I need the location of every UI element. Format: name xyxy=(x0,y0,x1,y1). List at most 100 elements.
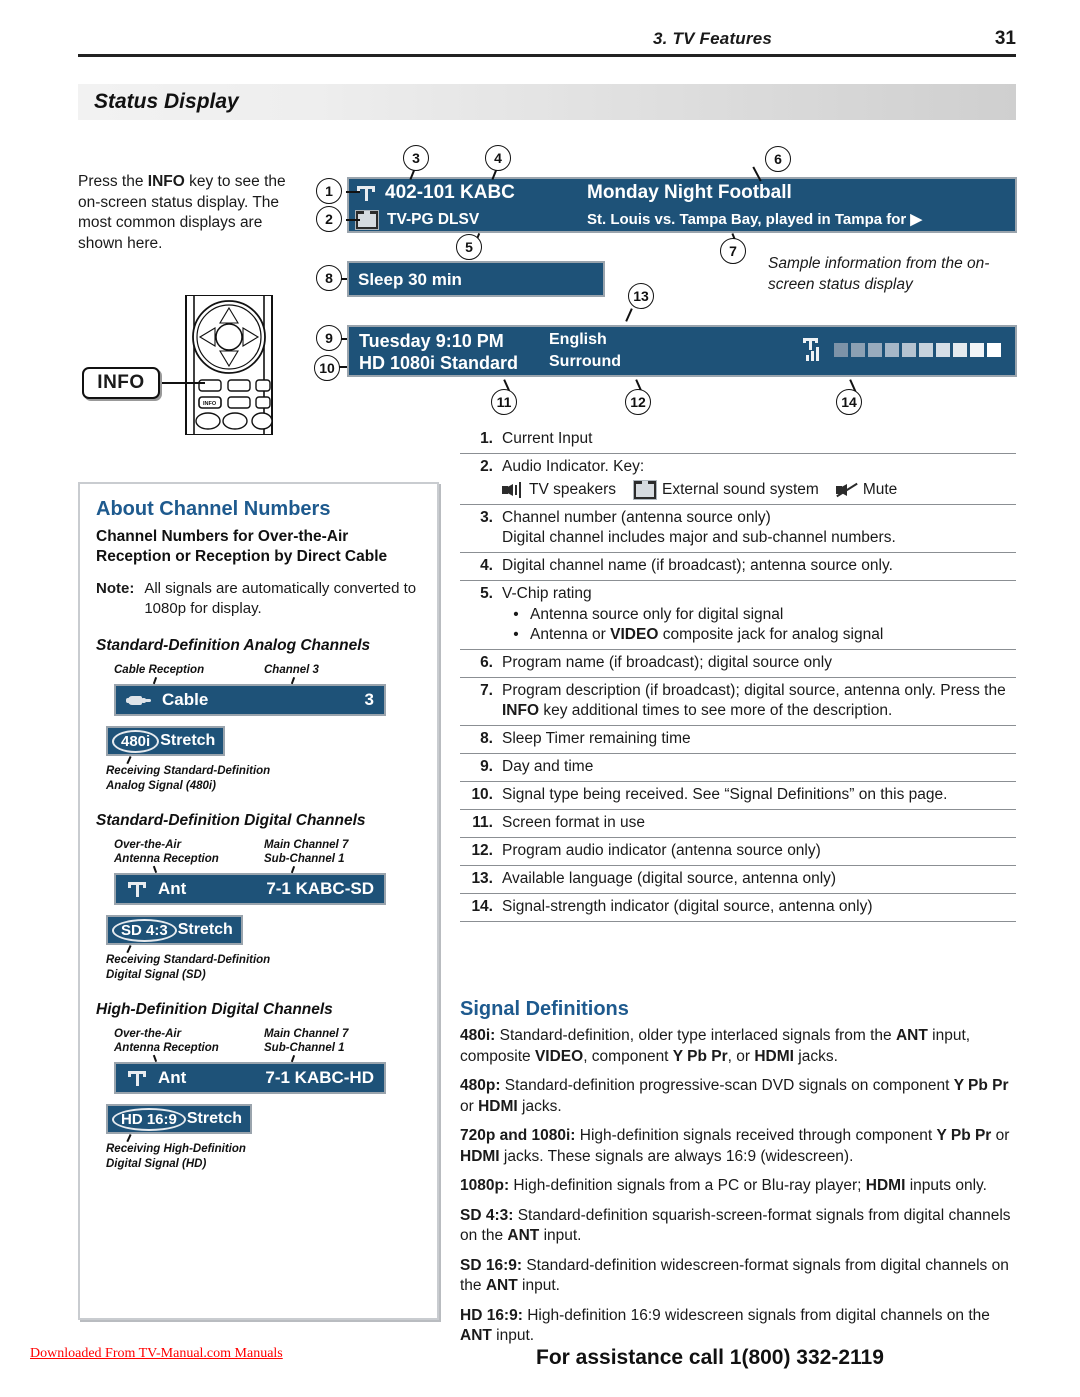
antenna-icon xyxy=(355,182,377,204)
signal-definition-text: Standard-definition widescreen-format si… xyxy=(460,1256,1009,1295)
annotation-left: Over-the-Air Antenna Reception xyxy=(114,1028,219,1054)
signal-definition-term: 720p and 1080i: xyxy=(460,1127,576,1144)
signal-definition-entry: 1080p: High-definition signals from a PC… xyxy=(460,1176,1022,1197)
signal-definition-term: 480p: xyxy=(460,1077,501,1094)
list-item: 7. Program description (if broadcast); di… xyxy=(460,678,1016,726)
annotation-right: Main Channel 7 Sub-Channel 1 xyxy=(264,1028,349,1054)
list-item-number: 6. xyxy=(480,654,493,671)
leader-1 xyxy=(346,191,360,193)
emphasis: INFO xyxy=(502,702,540,719)
list-item-bullets: • Antenna source only for digital signal •… xyxy=(502,605,1016,645)
emphasis: HDMI xyxy=(478,1097,518,1115)
list-item-text: Program description (if broadcast); digi… xyxy=(502,682,1006,719)
osd-panel-main: 402-101 KABC TV-PG DLSV Monday Night Foo… xyxy=(347,177,1017,233)
tick-footnote xyxy=(126,945,132,953)
footnote-tick xyxy=(106,1134,421,1142)
callout-12: 12 xyxy=(625,389,651,415)
list-item-text: Program name (if broadcast); digital sou… xyxy=(502,654,832,671)
emphasis: Y Pb xyxy=(953,1077,988,1094)
header-section-title: 3. TV Features xyxy=(653,29,773,48)
list-item: 11. Screen format in use xyxy=(460,810,1016,838)
callout-14: 14 xyxy=(836,389,862,415)
osd-channel-value: 7-1 KABC-SD xyxy=(266,879,374,898)
signal-bar-5 xyxy=(902,343,916,357)
osd-day-time: Tuesday 9:10 PM xyxy=(359,331,504,351)
bullet-text: Antenna source only for digital signal xyxy=(530,606,784,623)
antenna-icon xyxy=(126,878,148,900)
osd-audio-mode: Surround xyxy=(549,353,621,370)
annotation-right: Channel 3 xyxy=(264,664,319,676)
acn-note: Note: All signals are automatically conv… xyxy=(96,579,421,619)
list-item: 12. Program audio indicator (antenna sour… xyxy=(460,838,1016,866)
leader-2 xyxy=(346,219,360,221)
section-banner: Status Display xyxy=(78,84,1016,120)
numbered-reference-list: 1. Current Input 2. Audio Indicator. Key: TV… xyxy=(460,426,1016,922)
download-source-link[interactable]: Downloaded From TV-Manual.com Manuals xyxy=(30,1346,283,1362)
acn-title: About Channel Numbers xyxy=(96,498,331,520)
tick-right xyxy=(290,1054,295,1063)
channel-group-footnote: Receiving Standard-Definition Digital Sig… xyxy=(106,954,271,981)
callout-10: 10 xyxy=(314,355,340,381)
bullet-item: • Antenna source only for digital signal xyxy=(502,605,1016,625)
signal-definition-entry: 720p and 1080i: High-definition signals … xyxy=(460,1126,1022,1167)
signal-definition-text: Standard-definition progressive-scan DVD… xyxy=(460,1077,1009,1115)
mute-icon xyxy=(835,481,858,499)
signal-bar-2 xyxy=(851,343,865,357)
emphasis: Y Pb Pr xyxy=(672,1047,728,1065)
footnote-tick xyxy=(106,756,421,764)
assistance-phone-text: For assistance call 1(800) 332-2119 xyxy=(536,1346,884,1369)
list-item-number: 5. xyxy=(480,585,493,602)
list-item-number: 7. xyxy=(480,682,493,699)
intro-paragraph: Press the INFO key to see the on-screen … xyxy=(78,172,293,254)
osd-signal-type: HD 1080i Standard xyxy=(359,353,519,373)
list-item-number: 9. xyxy=(480,758,493,775)
annotation-ticks xyxy=(114,865,421,874)
list-item-text: Day and time xyxy=(502,758,594,775)
callout-1: 1 xyxy=(316,178,342,204)
callout-13: 13 xyxy=(628,283,654,309)
signal-bar-7 xyxy=(936,343,950,357)
signal-bar-8 xyxy=(953,343,967,357)
about-channel-numbers-box: About Channel Numbers Channel Numbers fo… xyxy=(78,482,439,1320)
format-badge: 480i xyxy=(112,729,160,753)
tick-left xyxy=(152,676,157,685)
emphasis: VIDEO xyxy=(534,1047,584,1065)
signal-bar-4 xyxy=(885,343,899,357)
channel-group-footnote: Receiving High-Definition Digital Signal … xyxy=(106,1143,246,1170)
intro-before: Press the xyxy=(78,173,148,190)
tick-left xyxy=(152,865,157,874)
list-item: 5. V-Chip rating • Antenna source only for … xyxy=(460,581,1016,650)
list-item: 9. Day and time xyxy=(460,754,1016,782)
osd-format-row: SD 4:3 Stretch xyxy=(106,915,243,945)
signal-definition-text: Standard-definition squarish-screen-form… xyxy=(460,1206,1011,1245)
tick-right xyxy=(290,865,295,874)
osd-format-row-wrap: 480i Stretch xyxy=(106,726,421,756)
osd-format-row-wrap: SD 4:3 Stretch xyxy=(106,915,421,945)
signal-definition-term: SD 16:9: xyxy=(460,1256,523,1274)
tick-footnote xyxy=(126,756,132,764)
emphasis: HDMI xyxy=(865,1177,906,1194)
format-label: Stretch xyxy=(160,732,216,749)
callout-2: 2 xyxy=(316,206,342,232)
signal-definition-entry: HD 16:9: High-definition 16:9 widescreen… xyxy=(460,1306,1022,1347)
list-item-text: Screen format in use xyxy=(502,814,646,831)
signal-definition-term: SD 4:3: xyxy=(460,1206,514,1224)
channel-group-3: High-Definition Digital Channels Over-the… xyxy=(96,1001,421,1172)
channel-group-annotations: Over-the-Air Antenna Reception Main Channe… xyxy=(114,1027,421,1055)
audio-indicator-key: TV speakers External sound system Mute xyxy=(502,480,1016,500)
signal-definition-entry: 480i: Standard-definition, older type in… xyxy=(460,1026,1022,1067)
list-item-number: 12. xyxy=(471,842,493,859)
tick-footnote xyxy=(126,1134,132,1142)
emphasis: ANT xyxy=(895,1027,928,1044)
osd-format-row: HD 16:9 Stretch xyxy=(106,1104,252,1134)
remote-svg: INFO xyxy=(185,294,273,436)
list-item: 8. Sleep Timer remaining time xyxy=(460,726,1016,754)
section-title: Status Display xyxy=(94,90,239,113)
signal-bar-6 xyxy=(919,343,933,357)
osd-program-name: Monday Night Football xyxy=(587,182,792,203)
signal-definition-term: 480i: xyxy=(460,1027,496,1044)
bullet-dot: • xyxy=(513,606,519,623)
list-item-text: Current Input xyxy=(502,430,593,447)
emphasis: VIDEO xyxy=(610,626,659,643)
channel-group-heading: Standard-Definition Analog Channels xyxy=(96,637,371,654)
